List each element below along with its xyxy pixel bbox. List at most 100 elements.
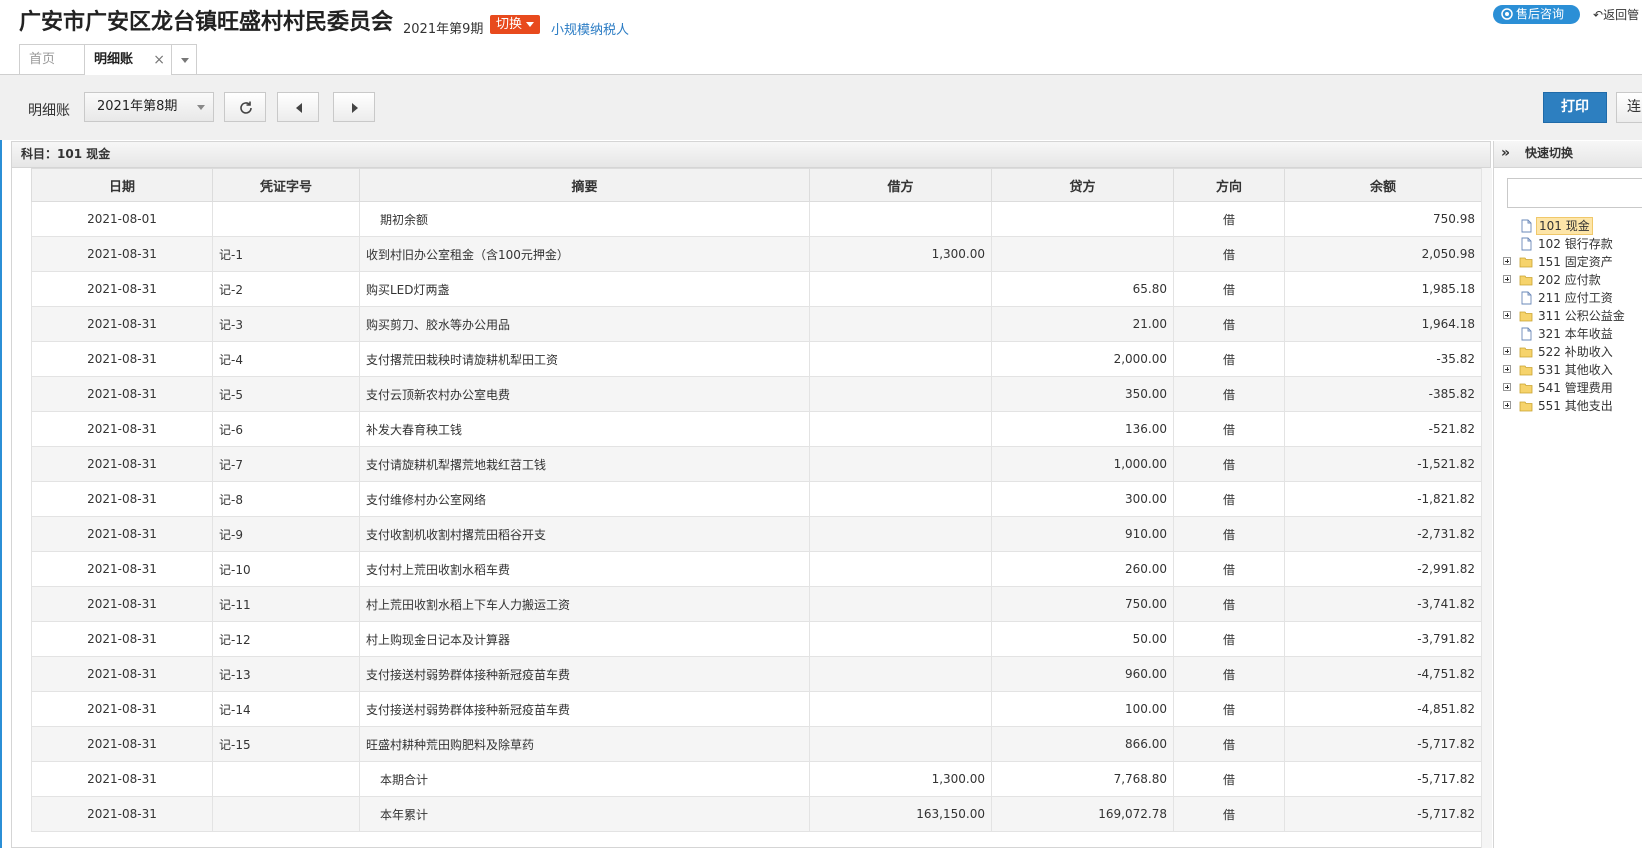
headset-icon (1501, 8, 1513, 20)
vertical-scrollbar[interactable] (1481, 168, 1492, 848)
table-row[interactable]: 2021-08-31 记-13 支付接送村弱势群体接种新冠疫苗车费 960.00 借 -4… (31, 656, 1482, 692)
table-row[interactable]: 2021-08-31 记-1 收到村旧办公室租金（含100元押金） 1,300.00 借… (31, 236, 1482, 272)
folder-icon (1519, 275, 1533, 286)
table-row[interactable]: 2021-08-31 记-14 支付接送村弱势群体接种新冠疫苗车费 100.00 借 -4… (31, 691, 1482, 727)
expand-plus-icon[interactable] (1503, 347, 1511, 355)
cell-date: 2021-08-31 (31, 586, 213, 622)
cell-credit: 65.80 (991, 271, 1174, 307)
table-row[interactable]: 2021-08-31 记-7 支付请旋耕机犁撂荒地栽红苕工钱 1,000.00 借 -1,… (31, 446, 1482, 482)
cell-credit: 960.00 (991, 656, 1174, 692)
cell-voucher: 记-2 (212, 271, 360, 307)
table-row[interactable]: 2021-08-31 记-3 购买剪刀、胶水等办公用品 21.00 借 1,964.18 (31, 306, 1482, 342)
cell-credit: 866.00 (991, 726, 1174, 762)
print-button[interactable]: 打印 (1543, 92, 1607, 123)
expand-plus-icon[interactable] (1503, 365, 1511, 373)
next-period-button[interactable] (333, 92, 375, 122)
collapse-double-chevron-icon[interactable]: » (1501, 141, 1510, 166)
tab-ledger[interactable]: 明细账 × (84, 44, 172, 75)
cell-credit: 2,000.00 (991, 341, 1174, 377)
cell-voucher (212, 761, 360, 797)
cell-credit: 350.00 (991, 376, 1174, 412)
cell-credit: 910.00 (991, 516, 1174, 552)
table-header-row: 日期 凭证字号 摘要 借方 贷方 方向 余额 (31, 168, 1482, 202)
toolbar: 明细账 2021年第8期 打印 连 (0, 75, 1642, 140)
cell-direction: 借 (1173, 586, 1285, 622)
switch-period-button[interactable]: 切换 (490, 15, 541, 34)
table-row[interactable]: 2021-08-31 记-2 购买LED灯两盏 65.80 借 1,985.18 (31, 271, 1482, 307)
folder-icon (1519, 401, 1533, 412)
cell-balance: -5,717.82 (1284, 726, 1482, 762)
table-row[interactable]: 2021-08-01 期初余额 借 750.98 (31, 201, 1482, 237)
cell-voucher (212, 796, 360, 832)
cell-direction: 借 (1173, 656, 1285, 692)
file-icon (1521, 237, 1532, 251)
cell-direction: 借 (1173, 446, 1285, 482)
cell-date: 2021-08-01 (31, 201, 213, 237)
cell-balance: -5,717.82 (1284, 796, 1482, 832)
expand-plus-icon[interactable] (1503, 311, 1511, 319)
cell-summary: 支付云顶新农村办公室电费 (359, 376, 810, 412)
cell-credit (991, 236, 1174, 272)
close-icon[interactable]: × (153, 45, 165, 75)
support-button[interactable]: 售后咨询 (1493, 5, 1580, 24)
cell-voucher: 记-12 (212, 621, 360, 657)
table-row[interactable]: 2021-08-31 记-15 旺盛村耕种荒田购肥料及除草药 866.00 借 -5,71… (31, 726, 1482, 762)
table-row[interactable]: 2021-08-31 记-5 支付云顶新农村办公室电费 350.00 借 -385.82 (31, 376, 1482, 412)
quick-switch-panel: » 快速切换 101 现金 102 银行存款 151 固定资产 202 应付款 211 … (1493, 141, 1642, 848)
expand-plus-icon[interactable] (1503, 257, 1511, 265)
cell-summary: 村上购现金日记本及计算器 (359, 621, 810, 657)
expand-plus-icon[interactable] (1503, 401, 1511, 409)
tab-more-button[interactable] (171, 44, 197, 74)
cell-voucher: 记-7 (212, 446, 360, 482)
table-row[interactable]: 2021-08-31 本期合计 1,300.00 7,768.80 借 -5,717.82 (31, 761, 1482, 797)
cell-balance: -4,851.82 (1284, 691, 1482, 727)
cell-balance: -385.82 (1284, 376, 1482, 412)
cell-debit (809, 551, 992, 587)
cell-summary: 支付村上荒田收割水稻车费 (359, 551, 810, 587)
table-row[interactable]: 2021-08-31 记-11 村上荒田收割水稻上下车人力搬运工资 750.00 借 -3… (31, 586, 1482, 622)
file-icon (1521, 291, 1532, 305)
expand-plus-icon[interactable] (1503, 383, 1511, 391)
cell-direction: 借 (1173, 306, 1285, 342)
cell-debit (809, 656, 992, 692)
cell-debit (809, 586, 992, 622)
table-row[interactable]: 2021-08-31 记-8 支付维修村办公室网络 300.00 借 -1,821.82 (31, 481, 1482, 517)
cell-debit: 1,300.00 (809, 761, 992, 797)
cell-date: 2021-08-31 (31, 691, 213, 727)
folder-icon (1519, 311, 1533, 322)
toolbar-label: 明细账 (28, 103, 70, 119)
table-row[interactable]: 2021-08-31 记-6 补发大春育秧工钱 136.00 借 -521.82 (31, 411, 1482, 447)
cell-debit (809, 411, 992, 447)
tab-home[interactable]: 首页 (19, 44, 85, 74)
period-select[interactable]: 2021年第8期 (84, 92, 214, 122)
taxpayer-type-link[interactable]: 小规模纳税人 (551, 19, 629, 38)
cell-direction: 借 (1173, 796, 1285, 832)
refresh-button[interactable] (224, 92, 266, 122)
table-row[interactable]: 2021-08-31 记-10 支付村上荒田收割水稻车费 260.00 借 -2,991.… (31, 551, 1482, 587)
cell-debit (809, 376, 992, 412)
cell-balance: -4,751.82 (1284, 656, 1482, 692)
ledger-body: 2021-08-01 期初余额借 750.98 2021-08-31 记-1 收到村旧办公… (31, 201, 1482, 832)
quick-switch-search-input[interactable] (1507, 178, 1642, 208)
cell-voucher: 记-3 (212, 306, 360, 342)
app-header: 广安市广安区龙台镇旺盛村村民委员会 2021年第9期 切换 小规模纳税人 售后咨… (0, 0, 1642, 46)
table-row[interactable]: 2021-08-31 记-9 支付收割机收割村撂荒田稻谷开支 910.00 借 -2,73… (31, 516, 1482, 552)
cell-balance: -2,731.82 (1284, 516, 1482, 552)
cell-summary: 支付接送村弱势群体接种新冠疫苗车费 (359, 656, 810, 692)
cell-summary: 支付收割机收割村撂荒田稻谷开支 (359, 516, 810, 552)
file-icon (1521, 219, 1532, 233)
cell-summary: 购买剪刀、胶水等办公用品 (359, 306, 810, 342)
cell-summary: 支付请旋耕机犁撂荒地栽红苕工钱 (359, 446, 810, 482)
cell-credit: 50.00 (991, 621, 1174, 657)
table-row[interactable]: 2021-08-31 记-4 支付撂荒田栽秧时请旋耕机犁田工资 2,000.00 借 -3… (31, 341, 1482, 377)
cell-debit: 1,300.00 (809, 236, 992, 272)
back-link[interactable]: ↶返回管 (1593, 6, 1639, 23)
previous-period-button[interactable] (277, 92, 319, 122)
cell-balance: 1,985.18 (1284, 271, 1482, 307)
table-row[interactable]: 2021-08-31 本年累计 163,150.00 169,072.78 借 -5,71… (31, 796, 1482, 832)
connect-print-button[interactable]: 连 (1616, 92, 1642, 123)
cell-date: 2021-08-31 (31, 236, 213, 272)
table-row[interactable]: 2021-08-31 记-12 村上购现金日记本及计算器 50.00 借 -3,791.8… (31, 621, 1482, 657)
expand-plus-icon[interactable] (1503, 275, 1511, 283)
cell-credit: 300.00 (991, 481, 1174, 517)
